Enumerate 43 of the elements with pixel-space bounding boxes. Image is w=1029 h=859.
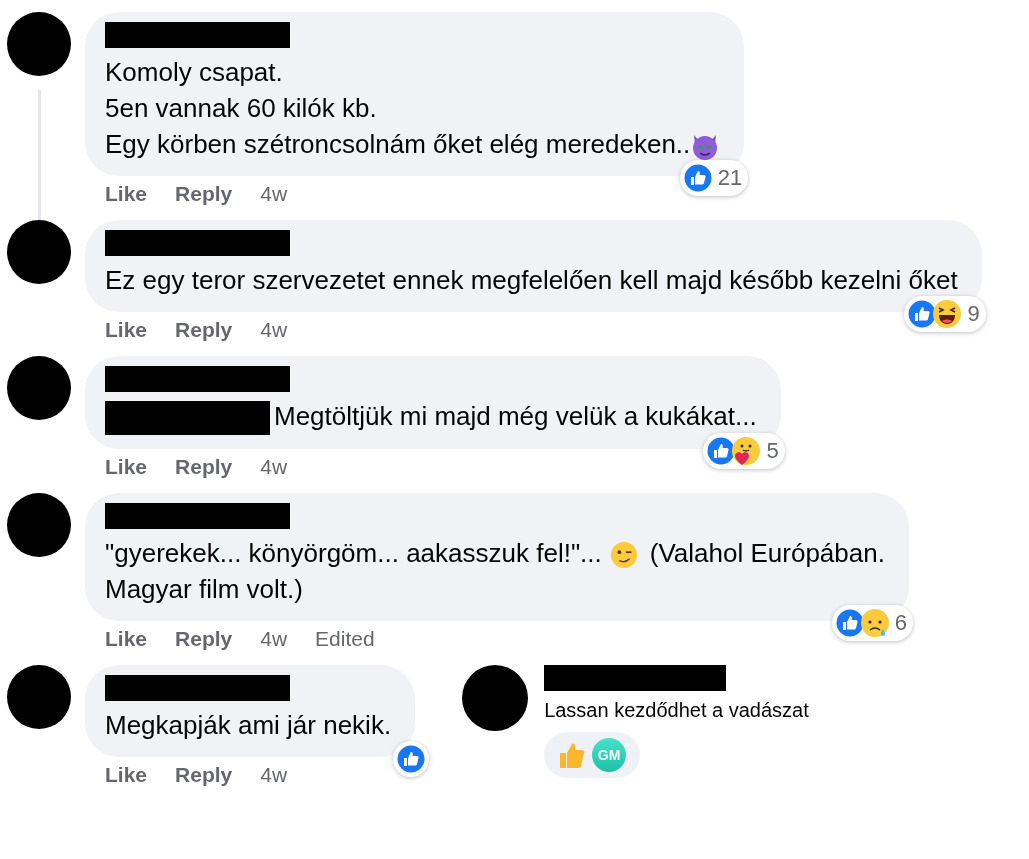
comment-text: Egy körben szétroncsolnám őket elég meredeken.. bbox=[105, 129, 691, 159]
wink-emoji-icon bbox=[609, 541, 638, 570]
like-reaction-icon bbox=[834, 608, 865, 639]
reaction-count: 5 bbox=[766, 438, 779, 465]
comment-text: Ez egy teror szervezetet ennek megfelelően kell majd később kezelni őket bbox=[105, 265, 958, 295]
user-avatar: GM bbox=[592, 738, 627, 773]
comment-meta: 4w bbox=[260, 455, 288, 480]
care-reaction-icon bbox=[731, 436, 762, 467]
action-link[interactable]: Reply bbox=[175, 318, 233, 342]
reaction-count: 6 bbox=[894, 610, 907, 637]
action-link[interactable]: Like bbox=[105, 763, 148, 788]
like-reaction-icon bbox=[682, 163, 713, 193]
comment-meta: Edited bbox=[315, 627, 375, 652]
comment-text: "gyerekek... könyörgöm... aakasszuk fel!"... bbox=[105, 538, 602, 569]
laugh-reaction-icon bbox=[932, 299, 963, 329]
reaction-badge[interactable] bbox=[393, 741, 430, 778]
reaction-badge[interactable]: 9 bbox=[904, 296, 986, 332]
sad-reaction-icon bbox=[859, 608, 890, 639]
action-link[interactable]: Like bbox=[105, 455, 148, 480]
action-link[interactable]: Like bbox=[105, 627, 148, 652]
comment-meta: 4w bbox=[260, 182, 288, 206]
action-link[interactable]: Reply bbox=[175, 763, 233, 788]
action-link[interactable]: Reply bbox=[175, 182, 233, 206]
comment-meta: 4w bbox=[260, 318, 288, 342]
comment-text: Megkapják ami jár nekik. bbox=[105, 710, 392, 741]
comment-text: Megtöltjük mi majd még velük a kukákat... bbox=[274, 401, 757, 431]
comment-meta: 4w bbox=[260, 763, 288, 788]
reaction-badge[interactable]: 21 bbox=[679, 160, 749, 196]
comment-meta: 4w bbox=[260, 627, 288, 652]
action-link[interactable]: Like bbox=[105, 318, 148, 342]
action-link[interactable]: Reply bbox=[175, 627, 233, 652]
comment-text: 5en vannak 60 kilók kb. bbox=[105, 93, 377, 123]
comment-text: Lassan kezdődhet a vadászat bbox=[544, 699, 809, 723]
reaction-count: 21 bbox=[717, 165, 743, 191]
reaction-badge[interactable]: 5 bbox=[703, 433, 785, 470]
action-link[interactable]: Reply bbox=[175, 455, 233, 480]
reaction-badge[interactable]: 6 bbox=[831, 605, 913, 642]
comment-text: Komoly csapat. bbox=[105, 57, 283, 87]
reaction-count: 9 bbox=[967, 301, 980, 327]
like-reaction-icon bbox=[396, 744, 427, 775]
comment-text: (Valahol Európában. bbox=[649, 538, 885, 569]
comment-text: Magyar film volt.) bbox=[105, 574, 303, 605]
action-link[interactable]: Like bbox=[105, 182, 148, 206]
